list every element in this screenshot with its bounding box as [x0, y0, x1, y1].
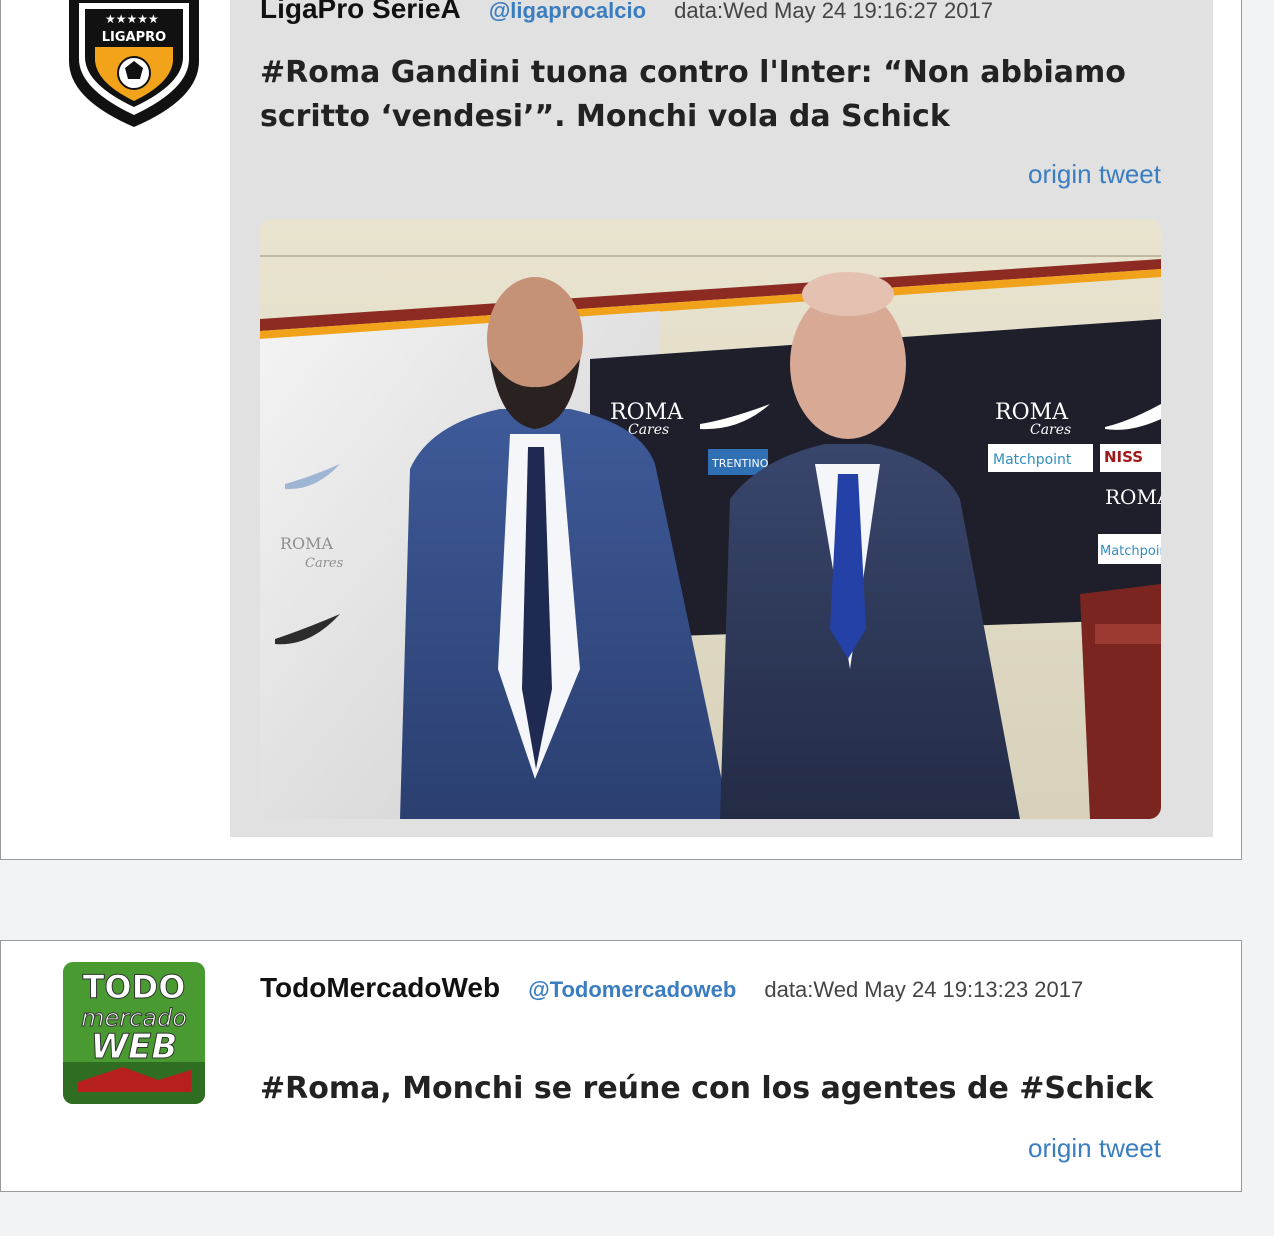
tweet-date: data:Wed May 24 19:13:23 2017 [764, 977, 1084, 1002]
origin-tweet-link[interactable]: origin tweet [1028, 1133, 1161, 1164]
user-avatar[interactable]: TODO mercado WEB [63, 962, 205, 1104]
tweet-header: LigaPro SerieA @ligaprocalcio data:Wed M… [260, 0, 1160, 31]
svg-text:Cares: Cares [1030, 422, 1071, 438]
ligapro-logo-text: LIGAPRO [102, 30, 166, 45]
user-name[interactable]: TodoMercadoWeb [260, 972, 500, 1003]
svg-text:NISS: NISS [1104, 448, 1143, 466]
user-handle[interactable]: @Todomercadoweb [528, 977, 736, 1002]
tweet-text: #Roma, Monchi se reúne con los agentes d… [260, 1071, 1154, 1106]
tweet-card: TODO mercado WEB TodoMercadoWeb @Todomer… [0, 940, 1242, 1192]
origin-tweet-link[interactable]: origin tweet [1028, 159, 1161, 190]
tweet-date: data:Wed May 24 19:16:27 2017 [674, 0, 993, 23]
svg-text:TODO: TODO [83, 968, 186, 1006]
svg-text:★★★★★: ★★★★★ [105, 12, 159, 26]
press-conference-photo: ROMA Cares TRENTINO ROMA Cares Matchpoin… [260, 219, 1161, 819]
svg-text:Matchpoint: Matchpoint [993, 452, 1072, 468]
tweet-header: TodoMercadoWeb @Todomercadoweb data:Wed … [260, 968, 1140, 1010]
svg-text:Matchpoint: Matchpoint [1100, 544, 1161, 559]
tweet-card: ★★★★★ LIGAPRO LigaPro SerieA @ligaprocal… [0, 0, 1242, 860]
user-avatar[interactable]: ★★★★★ LIGAPRO [63, 0, 205, 129]
ligapro-logo-icon: ★★★★★ LIGAPRO [69, 0, 199, 127]
svg-text:Cares: Cares [305, 556, 344, 571]
svg-text:Cares: Cares [628, 422, 669, 438]
svg-text:TRENTINO: TRENTINO [711, 457, 769, 470]
user-handle[interactable]: @ligaprocalcio [489, 0, 646, 23]
user-name[interactable]: LigaPro SerieA [260, 0, 461, 24]
tweet-text: #Roma Gandini tuona contro l'Inter: “Non… [260, 55, 1126, 134]
svg-text:ROMA: ROMA [280, 534, 334, 553]
todomercadoweb-logo-icon: TODO mercado WEB [63, 962, 205, 1104]
svg-text:WEB: WEB [91, 1027, 178, 1067]
tweet-photo[interactable]: ROMA Cares TRENTINO ROMA Cares Matchpoin… [260, 219, 1161, 819]
svg-text:ROMA: ROMA [1105, 485, 1161, 509]
